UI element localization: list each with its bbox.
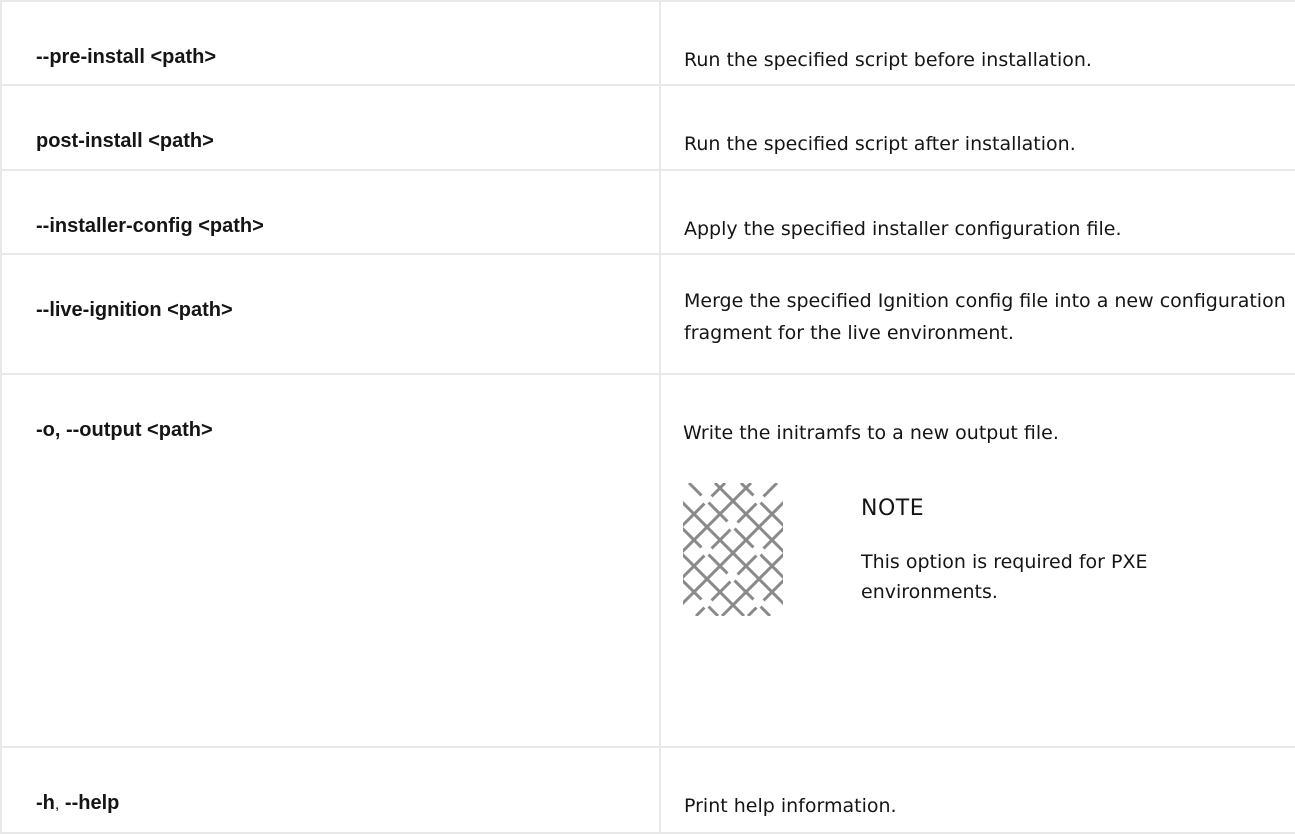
option-description: Print help information. xyxy=(684,795,897,817)
option-separator: , xyxy=(54,796,60,813)
options-table: --pre-install <path> Run the specified s… xyxy=(0,0,1295,834)
option-description: Merge the specified Ignition config file… xyxy=(684,290,1286,344)
option-name: -o, --output <path> xyxy=(36,419,213,441)
option-name: -h, --help xyxy=(2,748,659,817)
note-pattern-icon xyxy=(683,483,783,616)
note-body: This option is required for PXE environm… xyxy=(861,551,1148,603)
option-description: Apply the specified installer configurat… xyxy=(684,218,1122,240)
description-cell: Run the specified script after installat… xyxy=(659,84,1295,171)
table-row: --installer-config <path> Apply the spec… xyxy=(0,169,1295,255)
option-description: Write the initramfs to a new output file… xyxy=(683,422,1059,444)
note-admonition: NOTE This option is required for PXE env… xyxy=(683,483,1288,623)
option-name: --live-ignition <path> xyxy=(36,299,233,321)
option-cell: --live-ignition <path> xyxy=(0,253,661,375)
option-description: Run the specified script after installat… xyxy=(684,133,1076,155)
table-row: --pre-install <path> Run the specified s… xyxy=(0,0,1295,86)
description-cell: Merge the specified Ignition config file… xyxy=(659,253,1295,375)
description-cell: Print help information. xyxy=(659,746,1295,834)
option-name: --pre-install <path> xyxy=(36,46,217,68)
table-row: -h, --help Print help information. xyxy=(0,746,1295,834)
table-row: --live-ignition <path> Merge the specifi… xyxy=(0,253,1295,375)
option-cell: --pre-install <path> xyxy=(0,0,661,86)
option-cell: -h, --help xyxy=(0,746,661,834)
description-cell: Write the initramfs to a new output file… xyxy=(659,373,1295,748)
option-cell: -o, --output <path> xyxy=(0,373,661,748)
option-cell: post-install <path> xyxy=(0,84,661,171)
option-description: Run the specified script before installa… xyxy=(684,49,1092,71)
note-title: NOTE xyxy=(861,496,925,521)
option-long: --help xyxy=(64,792,120,814)
table-row: post-install <path> Run the specified sc… xyxy=(0,84,1295,171)
description-cell: Run the specified script before installa… xyxy=(659,0,1295,86)
option-name: post-install <path> xyxy=(36,130,214,152)
option-name: --installer-config <path> xyxy=(36,215,264,237)
table-row: -o, --output <path> Write the initramfs … xyxy=(0,373,1295,748)
description-cell: Apply the specified installer configurat… xyxy=(659,169,1295,255)
option-short: -h xyxy=(36,792,55,814)
option-cell: --installer-config <path> xyxy=(0,169,661,255)
